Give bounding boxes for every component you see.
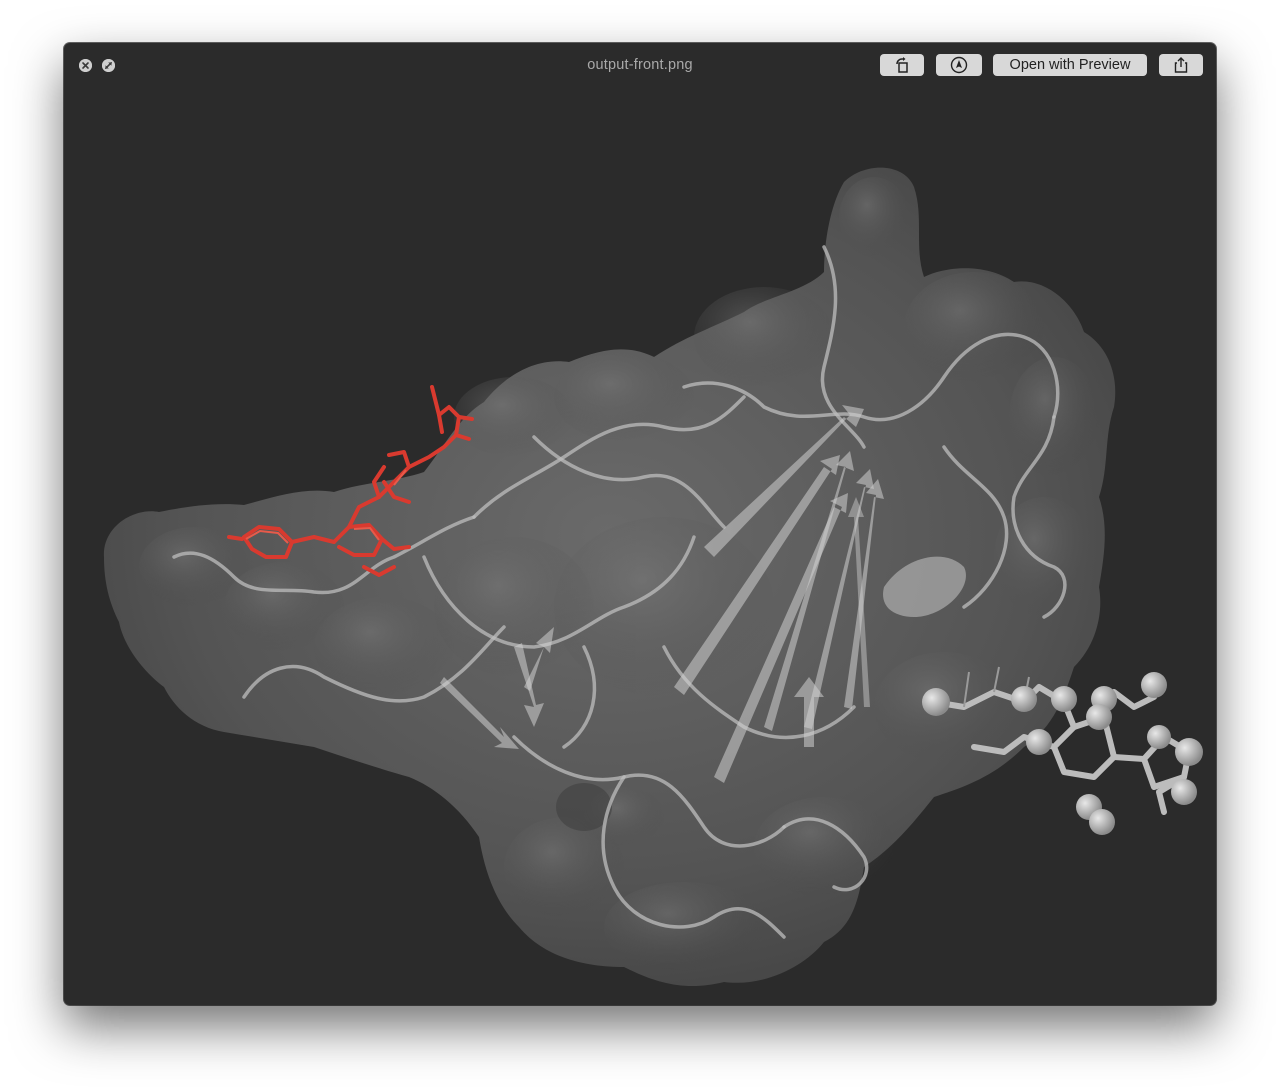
markup-button[interactable] (936, 54, 982, 76)
open-with-preview-button[interactable]: Open with Preview (993, 54, 1147, 76)
rotate-button[interactable] (880, 54, 924, 76)
open-with-preview-label: Open with Preview (1009, 57, 1131, 73)
image-preview (64, 87, 1216, 1005)
share-icon (1174, 57, 1188, 73)
protein-surface-image (103, 167, 1203, 987)
markup-pen-icon (950, 56, 968, 74)
share-button[interactable] (1159, 54, 1203, 76)
titlebar: output-front.png Open with Preview (64, 43, 1216, 87)
quicklook-window: output-front.png Open with Preview (64, 43, 1216, 1005)
rotate-left-icon (896, 57, 908, 73)
